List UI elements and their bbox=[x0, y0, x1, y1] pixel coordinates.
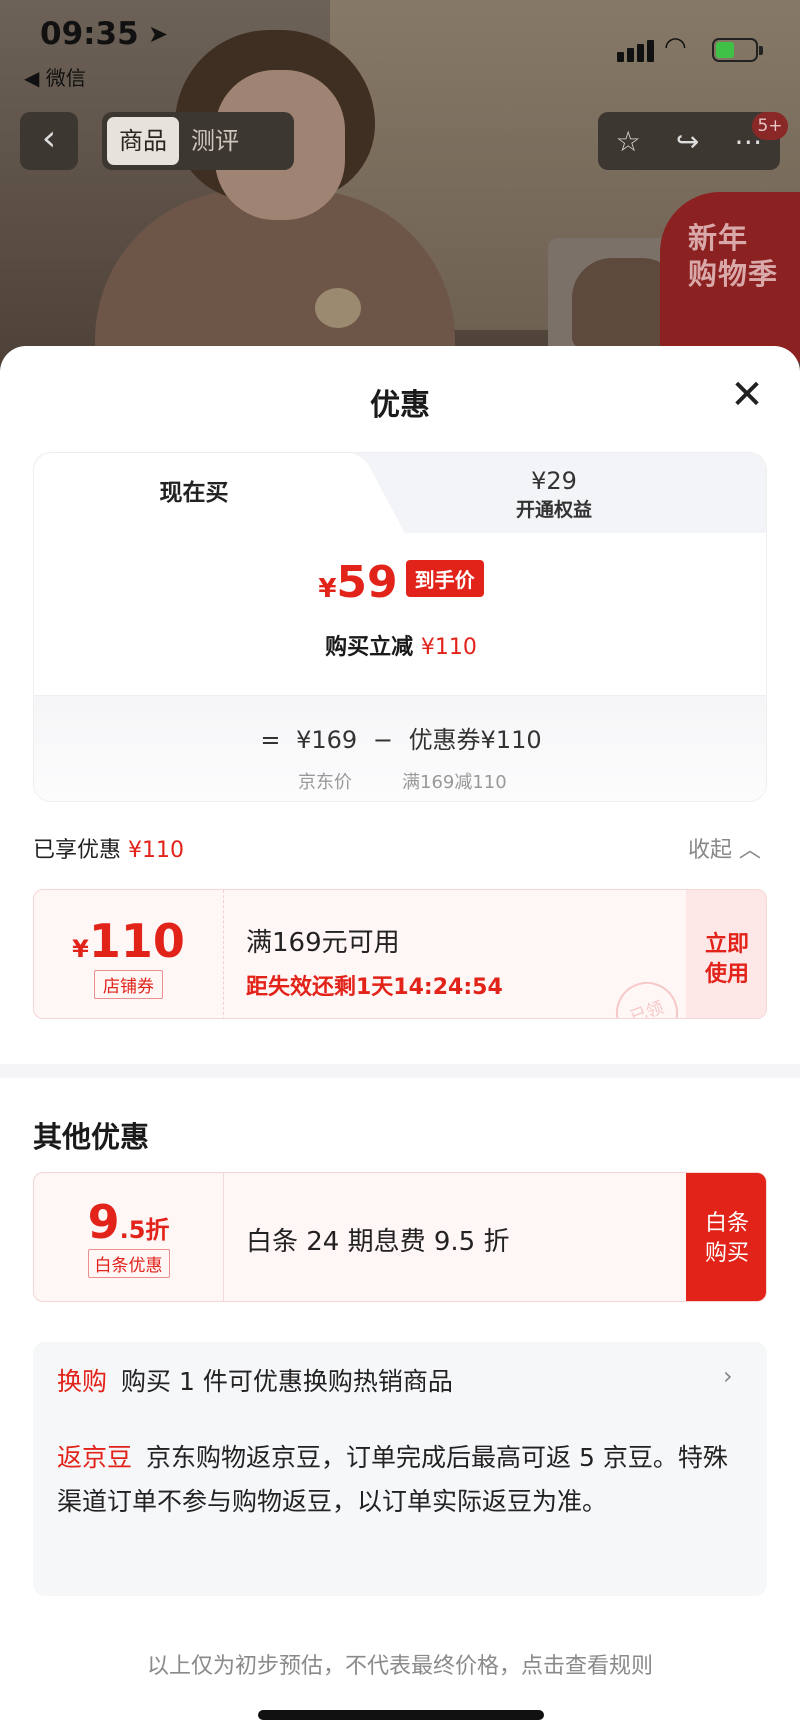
home-indicator bbox=[258, 1710, 544, 1720]
beans-row: 返京豆 京东购物返京豆，订单完成后最高可返 5 京豆。特殊渠道订单不参与购物返豆，… bbox=[57, 1436, 743, 1524]
coupon-amount: ¥110 bbox=[34, 914, 223, 968]
enjoyed-label: 已享优惠 bbox=[33, 838, 122, 863]
reduce-value: ¥110 bbox=[420, 635, 477, 660]
tab-review[interactable]: 测评 bbox=[179, 117, 251, 165]
price-upper: ¥59 到手价 购买立减 ¥110 bbox=[34, 535, 766, 695]
status-bar: 09:35 ➤ ◀ 微信 ◠ bbox=[0, 0, 800, 95]
status-time: 09:35 bbox=[40, 16, 139, 52]
baitiao-description: 白条 24 期息费 9.5 折 bbox=[246, 1227, 510, 1257]
sheet-title: 优惠 bbox=[370, 388, 430, 423]
formula-line: = ¥169 − 优惠券¥110 bbox=[34, 720, 766, 755]
baitiao-btn-line-1: 白条 bbox=[704, 1211, 749, 1236]
final-price-tag: 到手价 bbox=[405, 560, 484, 597]
jacket-duck-patch bbox=[315, 288, 361, 328]
reduce-line: 购买立减 ¥110 bbox=[34, 629, 766, 661]
back-button[interactable]: ‹ bbox=[20, 112, 78, 170]
coupon-rule-label: 满169减110 bbox=[402, 772, 507, 793]
coupon-currency: ¥ bbox=[72, 935, 89, 963]
close-button[interactable]: ✕ bbox=[722, 370, 772, 420]
tab-member-benefit[interactable]: ¥29 开通权益 bbox=[424, 467, 684, 522]
other-discounts-title: 其他优惠 bbox=[33, 1120, 150, 1154]
jd-price-label: 京东价 bbox=[298, 772, 352, 793]
price-formula: = ¥169 − 优惠券¥110 京东价 满169减110 bbox=[34, 695, 766, 801]
final-price-value: 59 bbox=[336, 557, 398, 608]
section-divider bbox=[0, 1064, 800, 1078]
promo-badge[interactable]: 新年 购物季 bbox=[660, 192, 800, 362]
baitiao-disc-small: .5折 bbox=[119, 1216, 170, 1244]
other-info-box: 换购 购买 1 件可优惠换购热销商品 › 返京豆 京东购物返京豆，订单完成后最高可返… bbox=[33, 1342, 767, 1596]
member-label: 开通权益 bbox=[515, 499, 592, 521]
collapse-button[interactable]: 收起 ︿ bbox=[688, 832, 761, 864]
baitiao-discount-block: 9.5折 白条优惠 bbox=[34, 1173, 224, 1301]
share-icon[interactable]: ↪ bbox=[676, 125, 699, 158]
coupon-countdown: 距失效还剩1天14:24:54 bbox=[246, 975, 503, 1000]
back-to-app-link[interactable]: ◀ 微信 bbox=[24, 62, 86, 91]
tab-buy-now[interactable]: 现在买 bbox=[34, 453, 354, 535]
message-count-badge: 5+ bbox=[752, 112, 788, 140]
location-arrow-icon: ➤ bbox=[148, 20, 169, 48]
use-line-2: 使用 bbox=[704, 962, 749, 987]
final-price: ¥59 到手价 bbox=[34, 557, 766, 608]
price-card: ¥29 开通权益 现在买 ¥59 到手价 购买立减 ¥110 = ¥169 − 优… bbox=[33, 452, 767, 802]
use-coupon-button[interactable]: 立即 使用 bbox=[686, 890, 766, 1018]
rules-footnote[interactable]: 以上仅为初步预估，不代表最终价格，点击查看规则 bbox=[0, 1648, 800, 1680]
battery-icon bbox=[712, 38, 763, 62]
wifi-icon: ◠ bbox=[664, 32, 687, 62]
chevron-left-icon: ‹ bbox=[41, 118, 57, 159]
coupon-value: 110 bbox=[88, 914, 185, 968]
final-price-currency: ¥ bbox=[318, 574, 337, 604]
promo-line-1: 新年 bbox=[688, 221, 749, 255]
beans-label: 返京豆 bbox=[57, 1443, 133, 1472]
chevron-right-icon[interactable]: › bbox=[723, 1362, 733, 1390]
close-icon: ✕ bbox=[730, 372, 764, 418]
coupon-condition: 满169元可用 bbox=[246, 928, 400, 958]
promo-line-2: 购物季 bbox=[688, 257, 779, 291]
use-line-1: 立即 bbox=[704, 932, 749, 957]
coupon-details: 满169元可用 距失效还剩1天14:24:54 bbox=[246, 922, 503, 1001]
member-price: ¥29 bbox=[531, 467, 577, 495]
claimed-stamp: 已领 bbox=[607, 973, 687, 1018]
discount-sheet: 优惠 ✕ ¥29 开通权益 现在买 ¥59 到手价 购买立减 ¥110 = ¥16… bbox=[0, 346, 800, 1731]
swap-label: 换购 bbox=[57, 1367, 108, 1396]
enjoyed-value: ¥110 bbox=[128, 838, 185, 863]
formula-coupon: 优惠券¥110 bbox=[408, 726, 542, 754]
star-icon[interactable]: ☆ bbox=[616, 125, 641, 158]
baitiao-buy-button[interactable]: 白条 购买 bbox=[686, 1173, 766, 1301]
enjoyed-discount: 已享优惠 ¥110 bbox=[33, 832, 184, 864]
reduce-label: 购买立减 bbox=[325, 635, 414, 660]
baitiao-discount: 9.5折 bbox=[34, 1195, 223, 1249]
swap-row[interactable]: 换购 购买 1 件可优惠换购热销商品 bbox=[57, 1362, 453, 1398]
baitiao-kind-tag: 白条优惠 bbox=[87, 1249, 170, 1278]
baitiao-disc-big: 9 bbox=[87, 1195, 120, 1249]
formula-jd-price: ¥169 bbox=[296, 726, 358, 754]
formula-eq: = bbox=[260, 726, 281, 754]
formula-minus: − bbox=[372, 726, 393, 754]
signal-icon bbox=[617, 40, 657, 62]
baitiao-btn-line-2: 购买 bbox=[704, 1241, 749, 1266]
tab-product[interactable]: 商品 bbox=[107, 117, 179, 165]
swap-text: 购买 1 件可优惠换购热销商品 bbox=[121, 1367, 453, 1396]
product-tabs: 商品 测评 bbox=[102, 112, 294, 170]
beans-text: 京东购物返京豆，订单完成后最高可返 5 京豆。特殊渠道订单不参与购物返豆，以订单… bbox=[57, 1443, 728, 1516]
store-coupon-card: ¥110 店铺券 满169元可用 距失效还剩1天14:24:54 已领 立即 使… bbox=[33, 889, 767, 1019]
coupon-amount-block: ¥110 店铺券 bbox=[34, 890, 224, 1018]
baitiao-card: 9.5折 白条优惠 白条 24 期息费 9.5 折 白条 购买 bbox=[33, 1172, 767, 1302]
coupon-kind-tag: 店铺券 bbox=[94, 970, 163, 999]
